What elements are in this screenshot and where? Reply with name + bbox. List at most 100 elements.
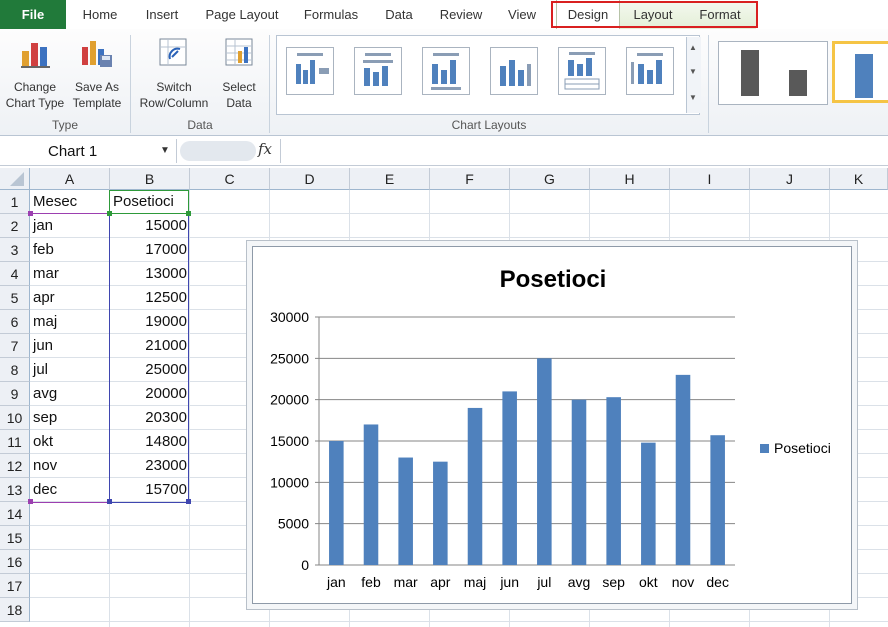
row-header-7[interactable]: 7: [0, 334, 30, 358]
row-header-10[interactable]: 10: [0, 406, 30, 430]
switch-row-column-button[interactable]: Switch Row/Column: [136, 33, 212, 117]
bar-dec[interactable]: [710, 435, 725, 565]
formula-input[interactable]: [280, 139, 888, 163]
column-header-a[interactable]: A: [30, 168, 110, 190]
save-as-template-button[interactable]: Save As Template: [68, 33, 126, 117]
row-header-1[interactable]: 1: [0, 190, 30, 214]
select-all-corner[interactable]: [0, 168, 30, 190]
column-header-f[interactable]: F: [430, 168, 510, 190]
bar-nov[interactable]: [675, 374, 691, 565]
tab-view[interactable]: View: [498, 0, 546, 29]
select-data-button[interactable]: Select Data: [214, 33, 264, 117]
range-handle[interactable]: [28, 211, 33, 216]
tab-page-layout[interactable]: Page Layout: [196, 0, 288, 29]
bar-sep[interactable]: [606, 397, 621, 565]
chart-title[interactable]: Posetioci: [500, 266, 607, 293]
row-header-16[interactable]: 16: [0, 550, 30, 574]
row-header-14[interactable]: 14: [0, 502, 30, 526]
select-data-icon: [225, 38, 253, 66]
column-header-c[interactable]: C: [190, 168, 270, 190]
save-as-template-label-2: Template: [72, 96, 122, 110]
x-tick-label: sep: [602, 574, 625, 590]
bar-avg[interactable]: [571, 399, 587, 565]
row-header-11[interactable]: 11: [0, 430, 30, 454]
ribbon-separator: [130, 35, 131, 133]
gallery-more-icon[interactable]: ▼: [689, 93, 697, 102]
column-header-j[interactable]: J: [750, 168, 830, 190]
bar-mar[interactable]: [398, 457, 413, 565]
x-tick-label: jul: [536, 574, 551, 590]
chevron-down-icon[interactable]: ▼: [160, 145, 170, 156]
chart-layout-1[interactable]: [286, 47, 334, 95]
bar-maj[interactable]: [467, 407, 483, 565]
chart-svg: Posetioci 0 5000 10000 15000 20000 25000 30000…: [270, 266, 831, 590]
row-header-5[interactable]: 5: [0, 286, 30, 310]
row-header-13[interactable]: 13: [0, 478, 30, 502]
chart-style-2[interactable]: [832, 41, 888, 103]
row-header-6[interactable]: 6: [0, 310, 30, 334]
row-header-3[interactable]: 3: [0, 238, 30, 262]
scroll-down-icon[interactable]: ▼: [689, 67, 697, 76]
row-header-17[interactable]: 17: [0, 574, 30, 598]
legend-label[interactable]: Posetioci: [774, 440, 831, 456]
range-handle[interactable]: [107, 211, 112, 216]
column-header-i[interactable]: I: [670, 168, 750, 190]
row-header-4[interactable]: 4: [0, 262, 30, 286]
switch-row-column-label-2: Row/Column: [139, 96, 209, 110]
row-header-15[interactable]: 15: [0, 526, 30, 550]
range-handle[interactable]: [107, 499, 112, 504]
range-handle[interactable]: [186, 211, 191, 216]
scroll-up-icon[interactable]: ▲: [689, 43, 697, 52]
chart-layout-5[interactable]: [558, 47, 606, 95]
formula-bar-splitter[interactable]: [180, 141, 256, 161]
column-header-h[interactable]: H: [590, 168, 670, 190]
ribbon-separator: [708, 35, 709, 133]
bar-jun[interactable]: [502, 391, 517, 565]
row-header-18[interactable]: 18: [0, 598, 30, 622]
save-as-template-label-1: Save As: [74, 80, 120, 94]
tab-insert[interactable]: Insert: [136, 0, 188, 29]
range-handle[interactable]: [28, 499, 33, 504]
gallery-scrollbar[interactable]: ▲ ▼ ▼: [686, 37, 701, 113]
range-handle[interactable]: [186, 499, 191, 504]
column-header-d[interactable]: D: [270, 168, 350, 190]
bar-jul[interactable]: [537, 358, 552, 565]
x-tick-label: maj: [464, 574, 487, 590]
cell-a1[interactable]: Mesec: [33, 190, 107, 214]
change-chart-type-button[interactable]: Change Chart Type: [4, 33, 66, 117]
change-chart-type-label-1: Change: [13, 80, 57, 94]
tab-file[interactable]: File: [0, 0, 66, 29]
bar-jan[interactable]: [329, 441, 344, 565]
chart-area[interactable]: Posetioci 0 5000 10000 15000 20000 25000 30000…: [252, 246, 852, 604]
y-tick-label: 5000: [278, 516, 309, 532]
tab-data[interactable]: Data: [374, 0, 424, 29]
chart-style-1[interactable]: [718, 41, 828, 105]
tab-home[interactable]: Home: [74, 0, 126, 29]
name-box-value: Chart 1: [48, 143, 98, 160]
column-header-e[interactable]: E: [350, 168, 430, 190]
column-header-g[interactable]: G: [510, 168, 590, 190]
bar-okt[interactable]: [641, 442, 656, 565]
name-box[interactable]: Chart 1 ▼: [0, 139, 177, 163]
tab-formulas[interactable]: Formulas: [296, 0, 366, 29]
row-header-9[interactable]: 9: [0, 382, 30, 406]
series-name-highlight: [109, 190, 189, 214]
save-as-template-icon: [82, 41, 112, 67]
y-tick-label: 0: [301, 557, 309, 573]
chart-layout-2[interactable]: [354, 47, 402, 95]
column-header-k[interactable]: K: [830, 168, 888, 190]
group-label-data: Data: [187, 118, 213, 132]
insert-function-icon[interactable]: fx: [258, 140, 272, 158]
bar-apr[interactable]: [433, 461, 448, 565]
row-header-8[interactable]: 8: [0, 358, 30, 382]
ribbon-tab-bar: File Home Insert Page Layout Formulas Da…: [0, 0, 888, 30]
chart-layout-3[interactable]: [422, 47, 470, 95]
x-tick-label: mar: [394, 574, 418, 590]
bar-feb[interactable]: [363, 424, 379, 565]
chart-layout-6[interactable]: [626, 47, 674, 95]
column-header-b[interactable]: B: [110, 168, 190, 190]
tab-review[interactable]: Review: [432, 0, 490, 29]
chart-layout-4[interactable]: [490, 47, 538, 95]
row-header-2[interactable]: 2: [0, 214, 30, 238]
row-header-12[interactable]: 12: [0, 454, 30, 478]
